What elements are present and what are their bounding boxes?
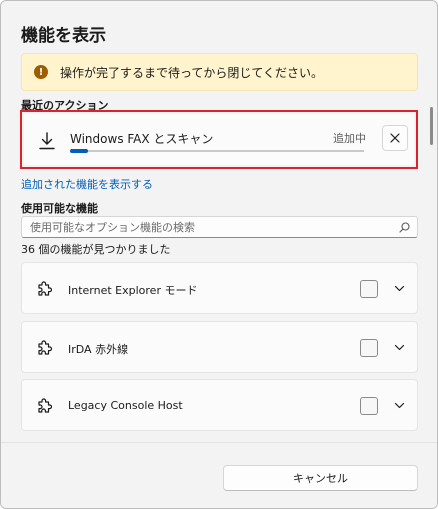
chevron-down-icon[interactable] (394, 283, 405, 294)
feature-search-input[interactable] (30, 220, 390, 234)
feature-count-text: 36 個の機能が見つかりました (21, 243, 171, 256)
warning-icon: ! (34, 65, 48, 79)
warning-text: 操作が完了するまで待ってから閉じてください。 (60, 65, 324, 80)
scrollbar-thumb[interactable] (430, 107, 433, 145)
feature-puzzle-icon (38, 281, 53, 296)
recent-action-status: 追加中 (333, 132, 366, 145)
chevron-down-icon[interactable] (394, 400, 405, 411)
feature-name: Legacy Console Host (68, 399, 183, 412)
feature-row[interactable]: Internet Explorer モード (21, 262, 418, 314)
close-icon (390, 133, 400, 143)
chevron-down-icon[interactable] (394, 342, 405, 353)
feature-search-box[interactable] (21, 216, 418, 238)
feature-row[interactable]: IrDA 赤外線 (21, 321, 418, 373)
features-dialog: 機能を表示 ! 操作が完了するまで待ってから閉じてください。 最近のアクション … (0, 0, 438, 509)
feature-name: Internet Explorer モード (68, 284, 198, 297)
recent-action-card: Windows FAX とスキャン 追加中 (24, 114, 414, 165)
available-features-label: 使用可能な機能 (21, 202, 98, 215)
feature-row[interactable]: Legacy Console Host (21, 379, 418, 431)
dialog-footer: キャンセル (1, 442, 437, 508)
search-icon (399, 222, 410, 233)
install-progress-fill (70, 149, 88, 153)
recent-action-name: Windows FAX とスキャン (70, 132, 214, 146)
feature-puzzle-icon (38, 340, 53, 355)
feature-checkbox[interactable] (360, 280, 378, 298)
install-progress-bar (70, 149, 364, 153)
cancel-button[interactable]: キャンセル (223, 465, 418, 491)
feature-checkbox[interactable] (360, 397, 378, 415)
download-icon (39, 132, 55, 150)
warning-banner: ! 操作が完了するまで待ってから閉じてください。 (21, 53, 418, 91)
dialog-title: 機能を表示 (21, 26, 106, 46)
feature-puzzle-icon (38, 398, 53, 413)
view-added-features-link[interactable]: 追加された機能を表示する (21, 176, 153, 192)
feature-name: IrDA 赤外線 (68, 343, 129, 356)
recent-action-highlight: Windows FAX とスキャン 追加中 (20, 110, 418, 169)
feature-checkbox[interactable] (360, 339, 378, 357)
cancel-action-button[interactable] (382, 125, 408, 151)
